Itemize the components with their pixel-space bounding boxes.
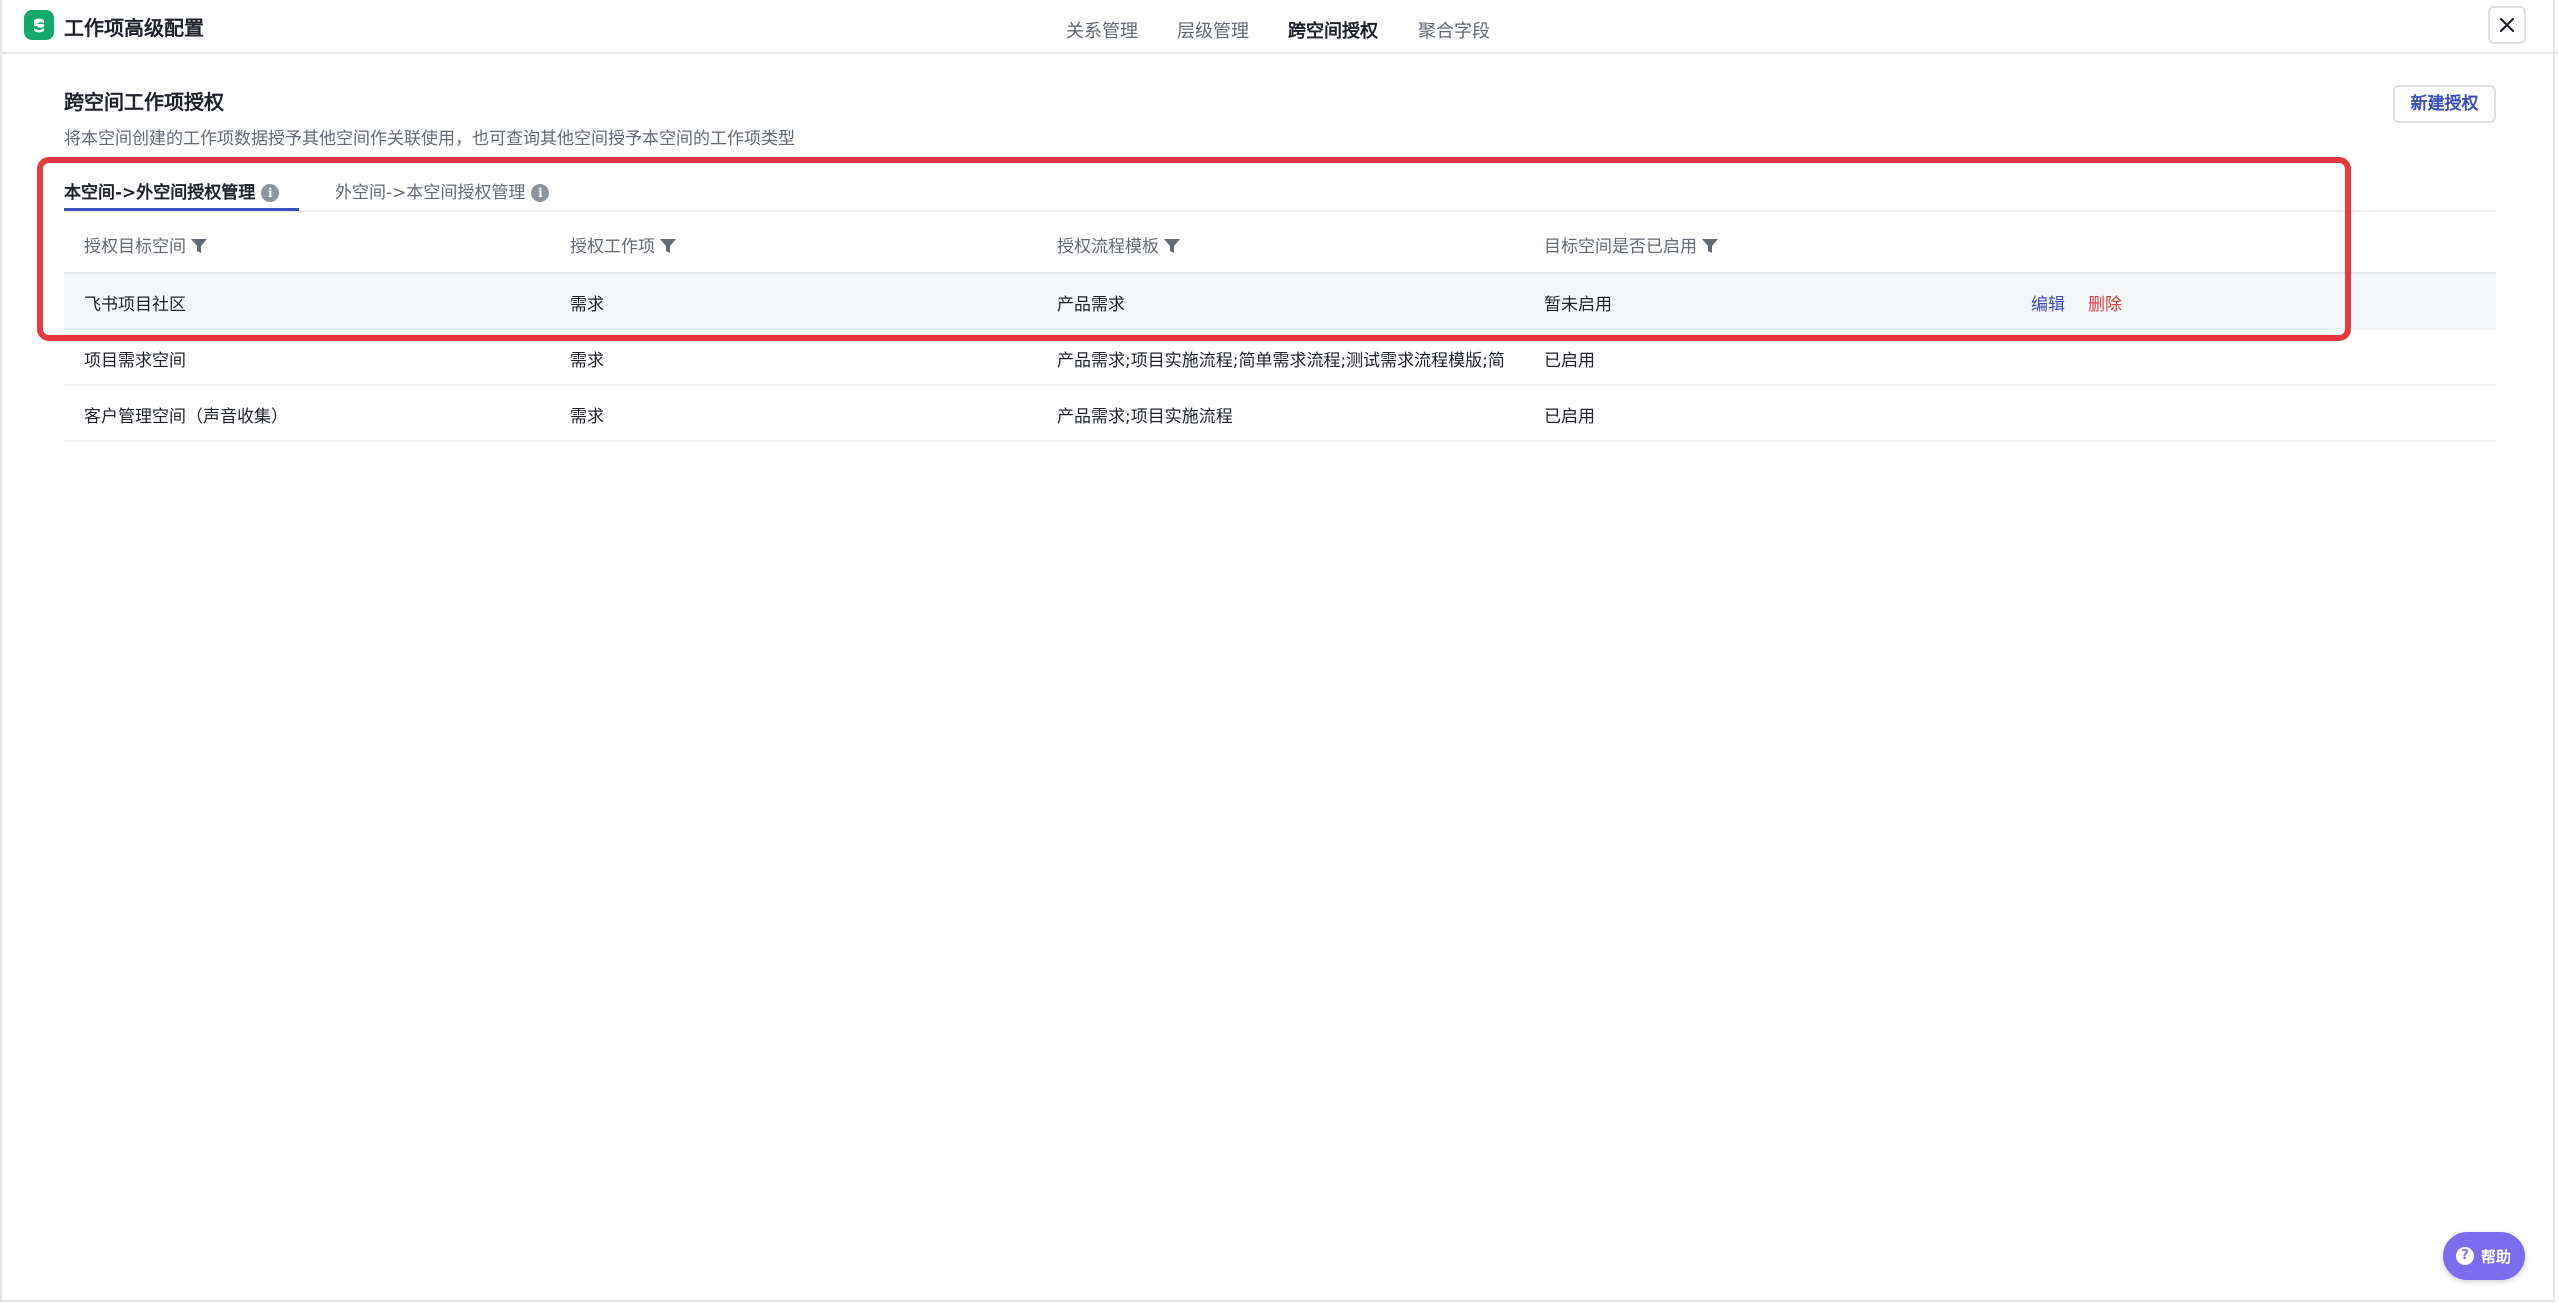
help-button[interactable]: ? 帮助 [2443, 1232, 2525, 1280]
column-header-target-enabled: 目标空间是否已启用 [1544, 232, 1719, 257]
cell-flow-template: 产品需求;项目实施流程;简单需求流程;测试需求流程模版;简 [1057, 351, 1505, 371]
table-row[interactable]: 飞书项目社区 需求 产品需求 暂未启用 编辑 删除 [64, 274, 2496, 330]
column-header-flow-template: 授权流程模板 [1057, 232, 1181, 257]
cell-work-item: 需求 [570, 407, 604, 427]
authorization-table: 授权目标空间 授权工作项 授权流程模板 目标空间是否已启用 飞书项目社区 需求 … [64, 218, 2496, 442]
cell-target-space: 飞书项目社区 [84, 295, 186, 315]
cell-target-space: 项目需求空间 [84, 351, 186, 371]
new-authorization-button[interactable]: 新建授权 [2393, 85, 2496, 123]
column-header-work-item: 授权工作项 [570, 232, 677, 257]
section-title: 跨空间工作项授权 [64, 90, 224, 114]
filter-icon[interactable] [190, 237, 208, 255]
tab-aggregate-fields[interactable]: 聚合字段 [1418, 17, 1490, 43]
edit-button[interactable]: 编辑 [2031, 290, 2065, 315]
close-icon [2499, 17, 2515, 33]
close-button[interactable] [2488, 6, 2526, 44]
cell-work-item: 需求 [570, 351, 604, 371]
filter-icon[interactable] [1163, 237, 1181, 255]
tab-outbound-auth[interactable]: 本空间->外空间授权管理 i [64, 178, 280, 203]
cell-target-space: 客户管理空间（声音收集） [84, 407, 288, 427]
cell-enabled-status: 暂未启用 [1544, 295, 1612, 315]
tab-cross-space-auth[interactable]: 跨空间授权 [1288, 17, 1378, 43]
cell-work-item: 需求 [570, 295, 604, 315]
cell-flow-template: 产品需求;项目实施流程 [1057, 407, 1233, 427]
cell-flow-template: 产品需求 [1057, 295, 1125, 315]
tab-hierarchy-management[interactable]: 层级管理 [1177, 17, 1249, 43]
filter-icon[interactable] [1701, 237, 1719, 255]
table-header: 授权目标空间 授权工作项 授权流程模板 目标空间是否已启用 [64, 218, 2496, 274]
section-description: 将本空间创建的工作项数据授予其他空间作关联使用，也可查询其他空间授予本空间的工作… [64, 129, 795, 149]
info-icon[interactable]: i [531, 184, 550, 202]
tab-inbound-auth[interactable]: 外空间->本空间授权管理 i [335, 178, 550, 203]
tab-label: 本空间->外空间授权管理 [64, 183, 256, 203]
info-icon[interactable]: i [261, 184, 280, 202]
tab-label: 外空间->本空间授权管理 [335, 183, 526, 203]
page-title: 工作项高级配置 [64, 16, 204, 40]
question-icon: ? [2456, 1247, 2474, 1265]
header: 工作项高级配置 关系管理 层级管理 跨空间授权 聚合字段 [0, 0, 2559, 54]
delete-button[interactable]: 删除 [2088, 290, 2122, 315]
cell-enabled-status: 已启用 [1544, 351, 1595, 371]
filter-icon[interactable] [659, 237, 677, 255]
table-row[interactable]: 客户管理空间（声音收集） 需求 产品需求;项目实施流程 已启用 [64, 386, 2496, 442]
help-label: 帮助 [2481, 1248, 2512, 1266]
table-row[interactable]: 项目需求空间 需求 产品需求;项目实施流程;简单需求流程;测试需求流程模版;简 … [64, 330, 2496, 386]
auth-tabs: 本空间->外空间授权管理 i 外空间->本空间授权管理 i [64, 170, 2496, 212]
app-logo-icon [24, 10, 54, 40]
cell-enabled-status: 已启用 [1544, 407, 1595, 427]
tab-relation-management[interactable]: 关系管理 [1066, 17, 1138, 43]
column-header-target-space: 授权目标空间 [84, 232, 208, 257]
active-tab-indicator [64, 208, 299, 211]
